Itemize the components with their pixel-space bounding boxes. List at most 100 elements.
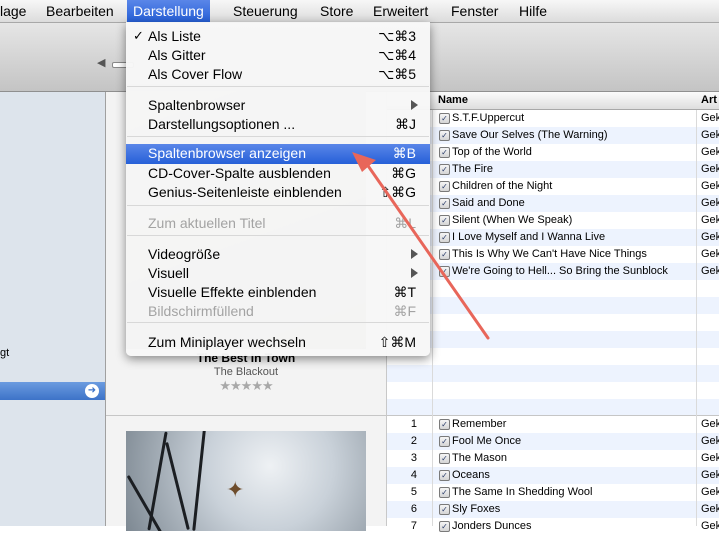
track-name: The Same In Shedding Wool: [452, 486, 593, 498]
track-artist: Gek: [701, 265, 719, 277]
menu-bearbeiten[interactable]: Bearbeiten: [40, 0, 120, 22]
track-list: ✓ S.T.F.Uppercut Gek ✓ Save Our Selves (The …: [387, 92, 719, 532]
table-row[interactable]: ✓ S.T.F.Uppercut Gek: [387, 110, 719, 127]
checkbox-checked-icon[interactable]: ✓: [439, 113, 450, 124]
menu-item-spaltenbrowser[interactable]: Spaltenbrowser: [126, 96, 430, 115]
menu-item-label: Visuell: [148, 265, 189, 281]
menu-bar: lage Bearbeiten Darstellung Steuerung St…: [0, 0, 719, 23]
sidebar-item-label[interactable]: gt: [0, 347, 9, 359]
menu-item-miniplayer[interactable]: Zum Miniplayer wechseln ⇧⌘M: [126, 333, 430, 352]
checkbox-checked-icon[interactable]: ✓: [439, 521, 450, 532]
track-name: Remember: [452, 418, 507, 430]
menu-item-genius-seitenleiste[interactable]: Genius-Seitenleiste einblenden ⇧⌘G: [126, 183, 430, 202]
table-row[interactable]: ✓ We're Going to Hell... So Bring the Sun…: [387, 263, 719, 280]
menu-fenster[interactable]: Fenster: [445, 0, 504, 22]
menu-store[interactable]: Store: [314, 0, 359, 22]
table-row[interactable]: ✓ This Is Why We Can't Have Nice Things Ge…: [387, 246, 719, 263]
table-row[interactable]: 7 ✓ Jonders Dunces Gek: [387, 518, 719, 535]
table-row[interactable]: [387, 399, 719, 416]
menu-item-bildschirmfuellend: Bildschirmfüllend ⌘F: [126, 302, 430, 321]
album-artist: The Blackout: [213, 366, 279, 378]
album-rating-stars[interactable]: ★★★★★: [106, 378, 386, 394]
menu-item-als-gitter[interactable]: Als Gitter ⌥⌘4: [126, 46, 430, 65]
checkbox-checked-icon[interactable]: ✓: [439, 198, 450, 209]
menu-item-label: Als Liste: [148, 28, 201, 44]
table-row[interactable]: [387, 365, 719, 382]
track-number: 1: [410, 418, 417, 430]
table-row[interactable]: ✓ Save Our Selves (The Warning) Gek: [387, 127, 719, 144]
table-row[interactable]: ✓ The Fire Gek: [387, 161, 719, 178]
track-artist: Gek: [701, 112, 719, 124]
checkbox-checked-icon[interactable]: ✓: [439, 164, 450, 175]
menu-steuerung[interactable]: Steuerung: [227, 0, 304, 22]
table-row[interactable]: ✓ Silent (When We Speak) Gek: [387, 212, 719, 229]
track-artist: Gek: [701, 214, 719, 226]
menu-item-als-cover-flow[interactable]: Als Cover Flow ⌥⌘5: [126, 65, 430, 84]
checkbox-checked-icon[interactable]: ✓: [439, 130, 450, 141]
table-row[interactable]: 2 ✓ Fool Me Once Gek: [387, 433, 719, 450]
table-row[interactable]: 4 ✓ Oceans Gek: [387, 467, 719, 484]
menu-item-visuelle-effekte[interactable]: Visuelle Effekte einblenden ⌘T: [126, 283, 430, 302]
table-row[interactable]: ✓ I Love Myself and I Wanna Live Gek: [387, 229, 719, 246]
column-header-artist[interactable]: Art: [701, 94, 717, 106]
menu-ablage[interactable]: lage: [0, 0, 32, 22]
track-name: Oceans: [452, 469, 490, 481]
menu-item-als-liste[interactable]: ✓ Als Liste ⌥⌘3: [126, 27, 430, 46]
menu-separator: [127, 136, 429, 137]
album-divider: [106, 415, 386, 416]
table-row[interactable]: 3 ✓ The Mason Gek: [387, 450, 719, 467]
track-artist: Gek: [701, 163, 719, 175]
menu-darstellung[interactable]: Darstellung: [127, 0, 210, 22]
checkbox-checked-icon[interactable]: ✓: [439, 487, 450, 498]
table-row[interactable]: ✓ Top of the World Gek: [387, 144, 719, 161]
track-name: The Mason: [452, 452, 508, 464]
arrow-right-circle-icon[interactable]: ➜: [85, 384, 99, 398]
table-row[interactable]: [387, 348, 719, 365]
checkbox-checked-icon[interactable]: ✓: [439, 249, 450, 260]
menu-item-shortcut: ⇧⌘G: [379, 184, 416, 200]
track-name: Fool Me Once: [452, 435, 522, 447]
table-row[interactable]: 6 ✓ Sly Foxes Gek: [387, 501, 719, 518]
track-number: 7: [410, 520, 417, 532]
table-row[interactable]: [387, 280, 719, 297]
album-cover[interactable]: ✦: [126, 431, 366, 531]
sidebar-item-selected[interactable]: ➜: [0, 382, 105, 400]
menu-item-label: Als Gitter: [148, 47, 206, 63]
table-row[interactable]: 1 ✓ Remember Gek: [387, 416, 719, 433]
checkbox-checked-icon[interactable]: ✓: [439, 147, 450, 158]
menu-item-label: Spaltenbrowser: [148, 97, 246, 113]
column-header-name[interactable]: Name: [438, 94, 468, 106]
menu-item-label: Bildschirmfüllend: [148, 303, 254, 319]
track-artist: Gek: [701, 503, 719, 515]
checkbox-checked-icon[interactable]: ✓: [439, 232, 450, 243]
checkbox-checked-icon[interactable]: ✓: [439, 266, 450, 277]
checkbox-checked-icon[interactable]: ✓: [439, 215, 450, 226]
menu-item-label: Zum Miniplayer wechseln: [148, 334, 306, 350]
menu-hilfe[interactable]: Hilfe: [513, 0, 553, 22]
menu-item-darstellungsoptionen[interactable]: Darstellungsoptionen ... ⌘J: [126, 115, 430, 134]
menu-item-cd-cover-spalte[interactable]: CD-Cover-Spalte ausblenden ⌘G: [126, 164, 430, 183]
menu-item-shortcut: ⌘T: [393, 284, 416, 300]
menu-item-visuell[interactable]: Visuell: [126, 264, 430, 283]
checkbox-checked-icon[interactable]: ✓: [439, 436, 450, 447]
menu-item-spaltenbrowser-anzeigen[interactable]: Spaltenbrowser anzeigen ⌘B: [126, 144, 430, 164]
sidebar: gt ➜: [0, 92, 106, 526]
track-number: 2: [410, 435, 417, 447]
table-row[interactable]: [387, 331, 719, 348]
menu-item-videogroesse[interactable]: Videogröße: [126, 245, 430, 264]
table-row[interactable]: ✓ Children of the Night Gek: [387, 178, 719, 195]
checkbox-checked-icon[interactable]: ✓: [439, 419, 450, 430]
table-row[interactable]: ✓ Said and Done Gek: [387, 195, 719, 212]
checkbox-checked-icon[interactable]: ✓: [439, 504, 450, 515]
checkbox-checked-icon[interactable]: ✓: [439, 181, 450, 192]
menu-erweitert[interactable]: Erweitert: [367, 0, 434, 22]
table-row[interactable]: [387, 382, 719, 399]
table-row[interactable]: [387, 314, 719, 331]
track-name: Sly Foxes: [452, 503, 501, 515]
checkbox-checked-icon[interactable]: ✓: [439, 453, 450, 464]
table-row[interactable]: 5 ✓ The Same In Shedding Wool Gek: [387, 484, 719, 501]
checkbox-checked-icon[interactable]: ✓: [439, 470, 450, 481]
table-row[interactable]: [387, 297, 719, 314]
menu-separator: [127, 86, 429, 87]
menu-item-label: Zum aktuellen Titel: [148, 215, 266, 231]
